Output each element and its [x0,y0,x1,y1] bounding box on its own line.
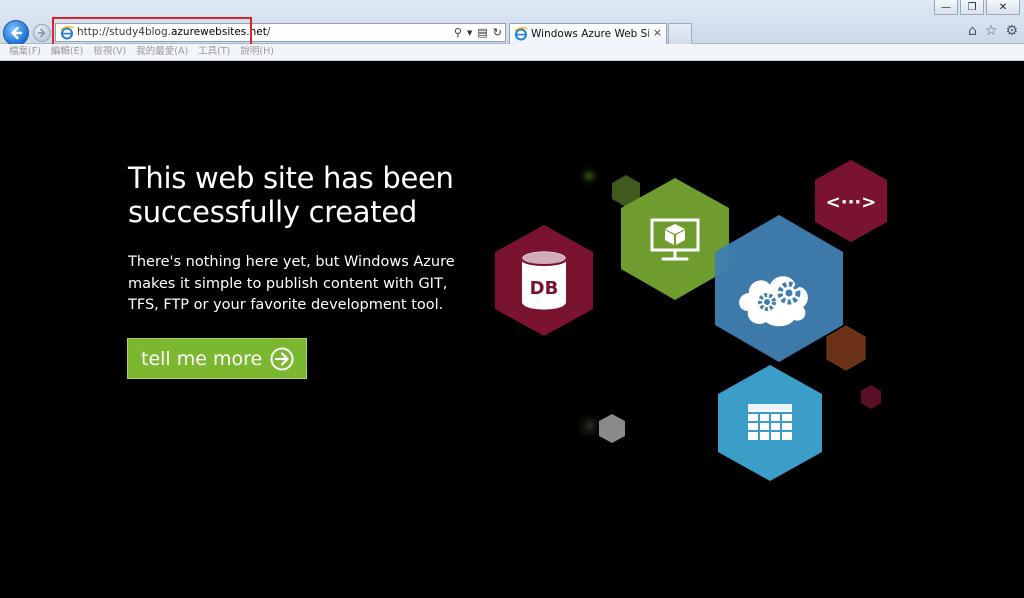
forward-button[interactable] [33,24,51,42]
minimize-button[interactable]: — [934,0,958,15]
home-icon[interactable]: ⌂ [968,22,977,40]
tab-title: Windows Azure Web Site ... [531,28,649,40]
url-prefix: http://study4blog. [77,26,171,38]
tab-close-icon[interactable]: × [653,26,662,39]
dropdown-icon[interactable]: ▼ [467,25,472,41]
menu-file[interactable]: 檔案(F) [4,44,46,60]
favorites-star-icon[interactable]: ☆ [985,22,998,40]
tell-me-more-button[interactable]: tell me more [127,338,307,379]
toolbar-icons: ⌂ ☆ ⚙ [968,22,1018,40]
ie-tab-icon [514,27,528,41]
menu-bar: 檔案(F) 編輯(E) 檢視(V) 我的最愛(A) 工具(T) 說明(H) [0,44,1024,61]
code-icon: <···> [826,192,877,213]
ie-page-icon [60,26,74,40]
browser-chrome: http://study4blog.azurewebsites.net/ ⚲ ▼… [0,0,1024,46]
url-suffix: / [266,26,271,38]
table-grid-icon [748,404,792,440]
arrow-circle-icon [270,347,294,371]
url-host: azurewebsites.net [170,26,267,38]
web-page: This web site has been successfully crea… [0,61,1024,598]
window-controls: — ❐ ✕ [934,0,1020,16]
tools-gear-icon[interactable]: ⚙ [1005,22,1018,40]
menu-tools[interactable]: 工具(T) [193,44,235,60]
compatibility-view-icon[interactable]: ▤ [477,25,487,41]
back-arrow-icon [11,26,23,40]
small-brown-hexagon [826,325,866,371]
forward-arrow-icon [37,28,46,38]
new-tab-button[interactable] [668,23,692,44]
db-hexagon-graphic: DB [495,225,593,336]
cta-label: tell me more [141,347,263,370]
back-button[interactable] [3,20,29,46]
page-headline: This web site has been successfully crea… [128,161,454,229]
db-label: DB [530,278,559,299]
address-url[interactable]: http://study4blog.azurewebsites.net/ [77,26,270,38]
glow-dot [577,164,601,188]
close-window-button[interactable]: ✕ [986,0,1020,15]
refresh-icon[interactable]: ↻ [493,25,502,41]
address-bar[interactable]: http://study4blog.azurewebsites.net/ ⚲ ▼… [55,23,506,42]
address-tools: ⚲ ▼ ▤ ↻ [454,25,502,41]
menu-help[interactable]: 說明(H) [235,44,279,60]
tab-windows-azure[interactable]: Windows Azure Web Site ... × [509,23,667,44]
search-icon[interactable]: ⚲ [454,25,462,41]
menu-view[interactable]: 檢視(V) [88,44,131,60]
menu-favorites[interactable]: 我的最愛(A) [131,44,193,60]
menu-edit[interactable]: 編輯(E) [46,44,88,60]
feature-hexagons: <···> [574,160,887,481]
small-maroon-hexagon [861,385,881,409]
page-description: There's nothing here yet, but Windows Az… [128,254,455,313]
restore-button[interactable]: ❐ [960,0,984,15]
